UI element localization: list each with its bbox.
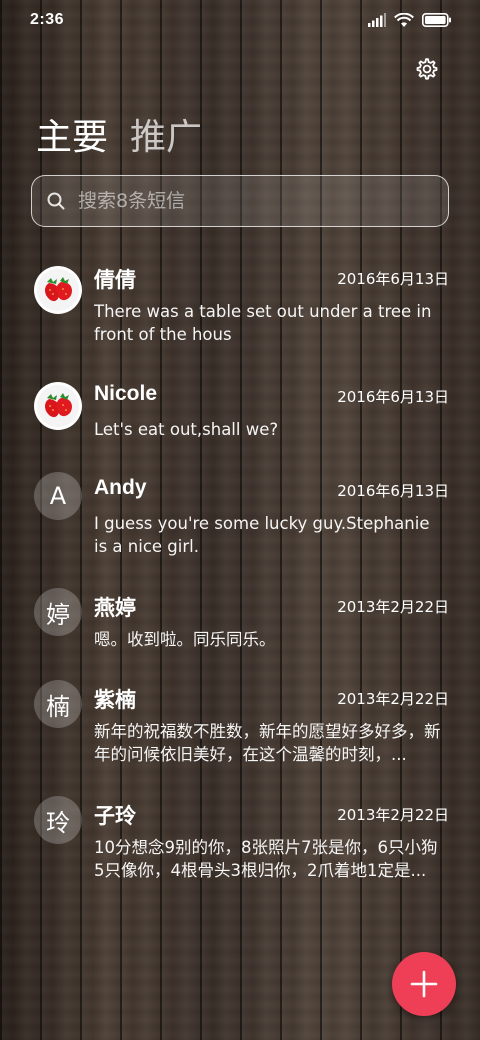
message-preview: Let's eat out,shall we? bbox=[94, 420, 279, 439]
conversation-item[interactable]: 楠 紫楠 2013年2月22日 新年的祝福数不胜数，新年的愿望好多好多，新年的问… bbox=[0, 680, 480, 784]
avatar: A bbox=[34, 472, 82, 520]
signal-icon bbox=[368, 13, 386, 27]
gear-icon bbox=[416, 58, 438, 80]
strawberry-icon bbox=[45, 277, 72, 302]
message-preview: 嗯。收到啦。同乐同乐。 bbox=[94, 630, 276, 649]
contact-name: Andy bbox=[94, 476, 147, 499]
avatar bbox=[34, 382, 82, 430]
search-input[interactable] bbox=[78, 190, 398, 212]
avatar: 楠 bbox=[34, 680, 82, 728]
message-date: 2013年2月22日 bbox=[337, 598, 449, 616]
conversation-item[interactable]: 婷 燕婷 2013年2月22日 嗯。收到啦。同乐同乐。 bbox=[0, 588, 480, 672]
search-icon bbox=[47, 192, 65, 210]
wifi-icon bbox=[394, 12, 414, 27]
status-icons bbox=[368, 12, 452, 28]
message-preview: 新年的祝福数不胜数，新年的愿望好多好多，新年的问候依旧美好，在这个温馨的时刻，.… bbox=[94, 722, 441, 764]
contact-name: 燕婷 bbox=[94, 597, 136, 620]
message-preview: There was a table set out under a tree i… bbox=[94, 302, 432, 344]
strawberry-icon bbox=[45, 393, 72, 418]
new-message-button[interactable] bbox=[392, 952, 456, 1016]
status-time: 2:36 bbox=[30, 11, 65, 28]
message-date: 2013年2月22日 bbox=[337, 806, 449, 824]
tab-promotions[interactable]: 推广 bbox=[130, 108, 202, 160]
tab-bar: 主要 推广 bbox=[36, 108, 202, 160]
message-date: 2016年6月13日 bbox=[337, 388, 449, 406]
message-preview: I guess you're some lucky guy.Stephanie … bbox=[94, 514, 430, 556]
message-date: 2013年2月22日 bbox=[337, 690, 449, 708]
avatar: 玲 bbox=[34, 796, 82, 844]
plus-icon bbox=[410, 970, 438, 998]
contact-name: 子玲 bbox=[94, 805, 136, 828]
avatar: 婷 bbox=[34, 588, 82, 636]
conversation-item[interactable]: A Andy 2016年6月13日 I guess you're some lu… bbox=[0, 472, 480, 576]
tab-primary[interactable]: 主要 bbox=[36, 108, 108, 160]
settings-button[interactable] bbox=[414, 56, 440, 82]
avatar bbox=[34, 266, 82, 314]
contact-name: 紫楠 bbox=[94, 689, 136, 712]
battery-icon bbox=[422, 13, 451, 27]
message-preview: 10分想念9别的你，8张照片7张是你，6只小狗5只像你，4根骨头3根归你，2爪着… bbox=[94, 838, 438, 880]
contact-name: Nicole bbox=[94, 382, 158, 405]
status-bar: 2:36 bbox=[0, 0, 480, 40]
conversation-item[interactable]: 倩倩 2016年6月13日 There was a table set out … bbox=[0, 264, 480, 364]
search-box[interactable] bbox=[31, 175, 449, 227]
message-date: 2016年6月13日 bbox=[337, 482, 449, 500]
contact-name: 倩倩 bbox=[94, 269, 136, 292]
conversation-item[interactable]: Nicole 2016年6月13日 Let's eat out,shall we… bbox=[0, 382, 480, 462]
message-date: 2016年6月13日 bbox=[337, 270, 449, 288]
conversation-item[interactable]: 玲 子玲 2013年2月22日 10分想念9别的你，8张照片7张是你，6只小狗5… bbox=[0, 796, 480, 900]
